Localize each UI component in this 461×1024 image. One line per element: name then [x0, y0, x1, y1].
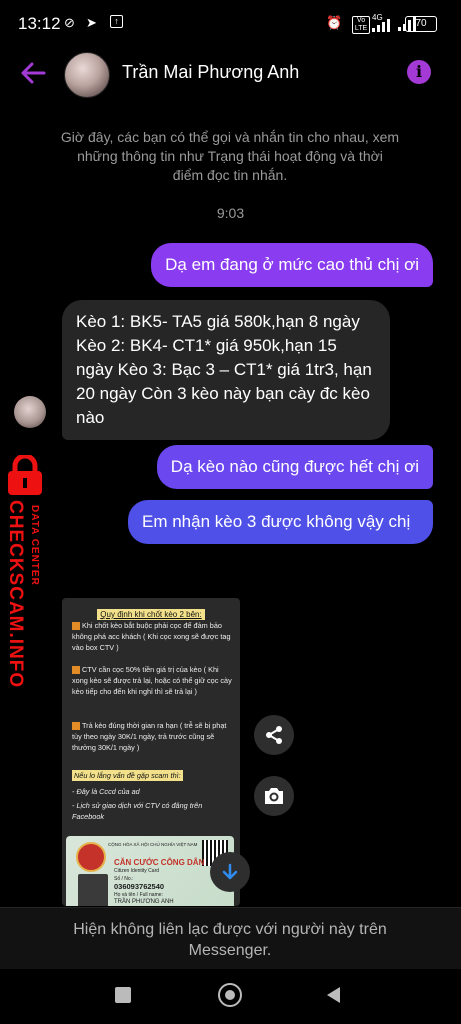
message-timestamp: 9:03 — [216, 205, 245, 221]
unavailable-notice: Hiện không liên lạc được với người này t… — [73, 921, 387, 959]
id-card-image: CỘNG HÒA XÃ HỘI CHỦ NGHĨA VIỆT NAM CĂN C… — [66, 836, 234, 906]
lock-icon — [8, 455, 42, 495]
id-number: 036093762540 — [114, 882, 165, 891]
id-name: TRẦN PHƯƠNG ANH — [114, 899, 174, 905]
back-arrow-icon[interactable] — [18, 58, 48, 88]
national-emblem — [76, 842, 106, 872]
incoming-message[interactable]: Kèo 1: BK5- TA5 giá 580k,hạn 8 ngày Kèo … — [62, 300, 390, 440]
contact-name[interactable]: Trần Mai Phương Anh — [122, 62, 299, 83]
image-rule: CTV cần cọc 50% tiền giá trị của kèo ( K… — [72, 665, 232, 696]
system-nav-bar — [0, 969, 461, 1024]
id-card-subtitle: Citizen Identity Card — [114, 868, 160, 874]
volte-badge: Vo LTE — [352, 16, 370, 34]
image-rule: Khi chốt kèo bắt buộc phải cọc để đảm bả… — [72, 621, 231, 652]
share-icon — [266, 726, 282, 744]
scroll-down-button[interactable] — [210, 852, 250, 892]
alarm-icon: ⏰ — [326, 15, 343, 30]
battery-indicator: 70 — [405, 16, 437, 32]
status-bar: 13:12 ⊘ ➤ ↑ ⏰ Vo LTE 4G 70 — [0, 0, 461, 44]
contact-avatar[interactable] — [64, 52, 110, 98]
image-note: - Lịch sử giao dịch với CTV có đăng trên… — [72, 801, 203, 821]
arrow-down-icon — [222, 863, 238, 880]
sender-avatar[interactable] — [14, 396, 46, 428]
watermark-big-text: CHECKSCAM.INFO — [5, 500, 26, 689]
id-photo — [78, 874, 108, 906]
share-button[interactable] — [254, 715, 294, 755]
watermark-small-text: DATA CENTER — [29, 505, 40, 586]
image-note: - Đây là Cccd của ad — [72, 787, 140, 796]
outgoing-message[interactable]: Dạ kèo nào cũng được hết chị ơi — [156, 445, 433, 489]
id-card-title: CĂN CƯỚC CÔNG DÂN — [114, 858, 205, 867]
status-time: 13:12 — [18, 14, 61, 33]
id-card-header: CỘNG HÒA XÃ HỘI CHỦ NGHĨA VIỆT NAM — [108, 842, 198, 847]
recents-button[interactable] — [115, 987, 131, 1003]
back-nav-icon[interactable] — [324, 985, 342, 1005]
signal-icon — [372, 19, 390, 32]
muted-icon: ⊘ — [64, 15, 75, 30]
outgoing-message[interactable]: Em nhận kèo 3 được không vậy chị — [128, 500, 433, 544]
home-button[interactable] — [218, 983, 242, 1007]
outgoing-message[interactable]: Dạ em đang ở mức cao thủ chị ơi — [151, 243, 433, 287]
checkscam-watermark: CHECKSCAM.INFO DATA CENTER — [0, 455, 56, 689]
upload-notification-icon: ↑ — [110, 15, 123, 28]
info-icon[interactable]: i — [407, 60, 431, 84]
camera-button[interactable] — [254, 776, 294, 816]
data-saver-icon: ➤ — [86, 15, 97, 30]
image-rule: Trả kèo đúng thời gian ra hạn ( trễ sẽ b… — [72, 721, 227, 752]
chat-header: Trần Mai Phương Anh i — [0, 44, 461, 104]
id-name-label: Họ và tên / Full name: — [114, 892, 163, 898]
image-note-title: Nếu lo lắng vấn đề gặp scam thì: — [72, 770, 183, 781]
system-notice: Giờ đây, các bạn có thể gọi và nhắn tin … — [60, 129, 400, 183]
camera-icon — [265, 788, 283, 804]
